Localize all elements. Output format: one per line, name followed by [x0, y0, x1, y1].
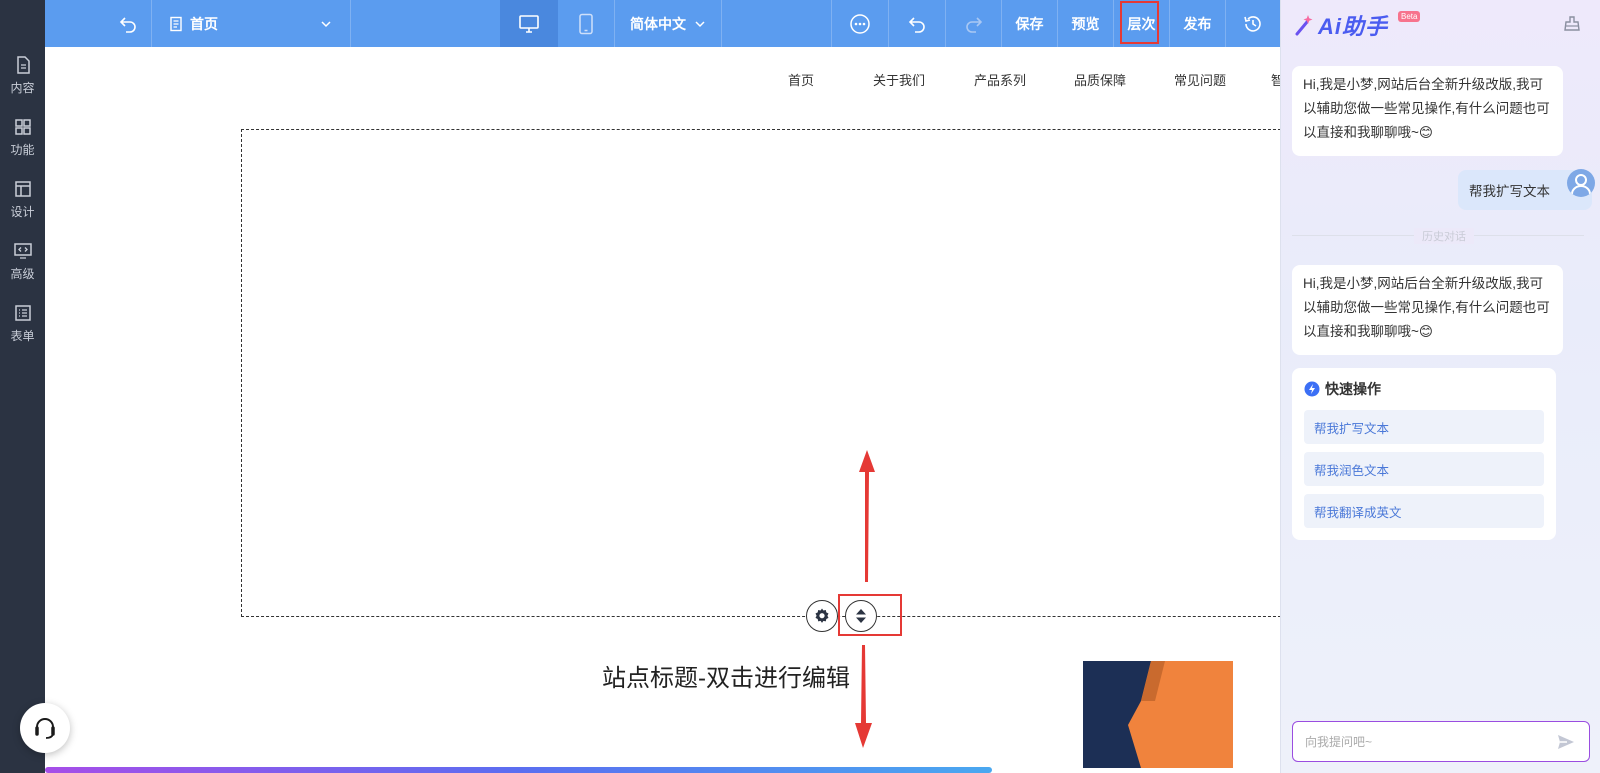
language-select[interactable]: 简体中文 [615, 0, 721, 47]
top-toolbar: 首页 简体中文 保存 预览 层次 发布 [0, 0, 1280, 47]
site-title[interactable]: 站点标题-双击进行编辑 [602, 658, 850, 693]
quick-actions-card: 快速操作 帮我扩写文本 帮我润色文本 帮我翻译成英文 [1292, 368, 1556, 540]
page-select[interactable]: 首页 [152, 0, 350, 47]
quick-actions-header: 快速操作 [1304, 379, 1381, 399]
code-icon [13, 242, 32, 259]
progress-bar [45, 767, 992, 773]
sidebar-item-label: 表单 [10, 328, 35, 343]
left-sidebar: 内容 功能 设计 高级 表单 [0, 0, 45, 773]
page-icon [170, 16, 182, 31]
canvas-image[interactable] [1083, 661, 1233, 768]
quick-actions-title: 快速操作 [1325, 381, 1381, 397]
customer-support-button[interactable] [20, 703, 70, 753]
sidebar-item-function[interactable]: 功能 [0, 109, 45, 165]
redo-icon [965, 16, 982, 33]
site-nav-about[interactable]: 关于我们 [873, 70, 925, 88]
beta-badge: Beta [1398, 11, 1421, 22]
site-nav-home[interactable]: 首页 [788, 70, 814, 88]
site-nav-products[interactable]: 产品系列 [974, 70, 1026, 88]
assistant-message: Hi,我是小梦,网站后台全新升级改版,我可以辅助您做一些常见操作,有什么问题也可… [1292, 66, 1563, 156]
gear-icon [815, 608, 829, 623]
sidebar-item-design[interactable]: 设计 [0, 171, 45, 227]
mobile-view-button[interactable] [558, 0, 614, 47]
chevron-down-icon [695, 20, 705, 27]
more-icon [850, 13, 870, 34]
history-icon [1244, 15, 1261, 32]
sidebar-item-label: 内容 [10, 80, 35, 95]
page-select-label: 首页 [190, 15, 218, 32]
history-button[interactable] [1226, 0, 1280, 47]
layout-icon [14, 180, 31, 197]
grid-icon [14, 118, 31, 135]
send-button[interactable] [1557, 733, 1575, 756]
site-nav-quality[interactable]: 品质保障 [1074, 70, 1126, 88]
sidebar-item-advanced[interactable]: 高级 [0, 233, 45, 289]
user-icon [1571, 174, 1591, 195]
building-image [1083, 661, 1233, 768]
send-icon [1558, 735, 1574, 749]
quick-action-polish[interactable]: 帮我润色文本 [1304, 452, 1544, 486]
desktop-view-button[interactable] [500, 0, 558, 47]
chat-input[interactable] [1293, 722, 1533, 761]
ai-title: Ai助手 [1318, 14, 1389, 39]
site-nav-faq[interactable]: 常见问题 [1174, 70, 1226, 88]
user-avatar [1567, 169, 1595, 197]
sidebar-item-form[interactable]: 表单 [0, 295, 45, 351]
sparkle-icon [1295, 15, 1313, 36]
preview-button[interactable]: 预览 [1058, 0, 1113, 47]
annotation-arrows [855, 450, 875, 748]
chevron-down-icon [321, 20, 331, 27]
sidebar-item-label: 设计 [10, 204, 35, 219]
layers-highlight-box [1120, 1, 1159, 44]
clear-button[interactable] [1562, 14, 1582, 39]
save-button[interactable]: 保存 [1002, 0, 1057, 47]
history-divider-label: 历史对话 [1414, 228, 1474, 244]
sidebar-item-content[interactable]: 内容 [0, 47, 45, 103]
list-icon [14, 304, 31, 321]
broom-icon [1564, 16, 1580, 31]
quick-action-expand[interactable]: 帮我扩写文本 [1304, 410, 1544, 444]
undo-button[interactable] [889, 0, 945, 47]
back-arrow-icon [119, 16, 136, 33]
file-icon [16, 55, 30, 74]
mobile-icon [579, 13, 593, 34]
redo-button[interactable] [946, 0, 1001, 47]
headset-icon [35, 718, 55, 739]
language-label: 简体中文 [630, 15, 686, 32]
site-nav-cut-item[interactable]: 智 [1271, 70, 1280, 86]
sidebar-item-label: 功能 [10, 142, 35, 157]
back-button[interactable] [108, 0, 148, 47]
undo-icon [908, 16, 925, 33]
chat-input-box [1292, 721, 1590, 762]
section-settings-button[interactable] [806, 600, 838, 632]
more-button[interactable] [832, 0, 888, 47]
sidebar-item-label: 高级 [10, 266, 35, 281]
section-placeholder[interactable] [241, 129, 1291, 617]
desktop-icon [519, 14, 539, 33]
lightning-icon [1304, 381, 1320, 397]
publish-button[interactable]: 发布 [1170, 0, 1225, 47]
assistant-message-history: Hi,我是小梦,网站后台全新升级改版,我可以辅助您做一些常见操作,有什么问题也可… [1292, 265, 1563, 355]
quick-action-translate[interactable]: 帮我翻译成英文 [1304, 494, 1544, 528]
